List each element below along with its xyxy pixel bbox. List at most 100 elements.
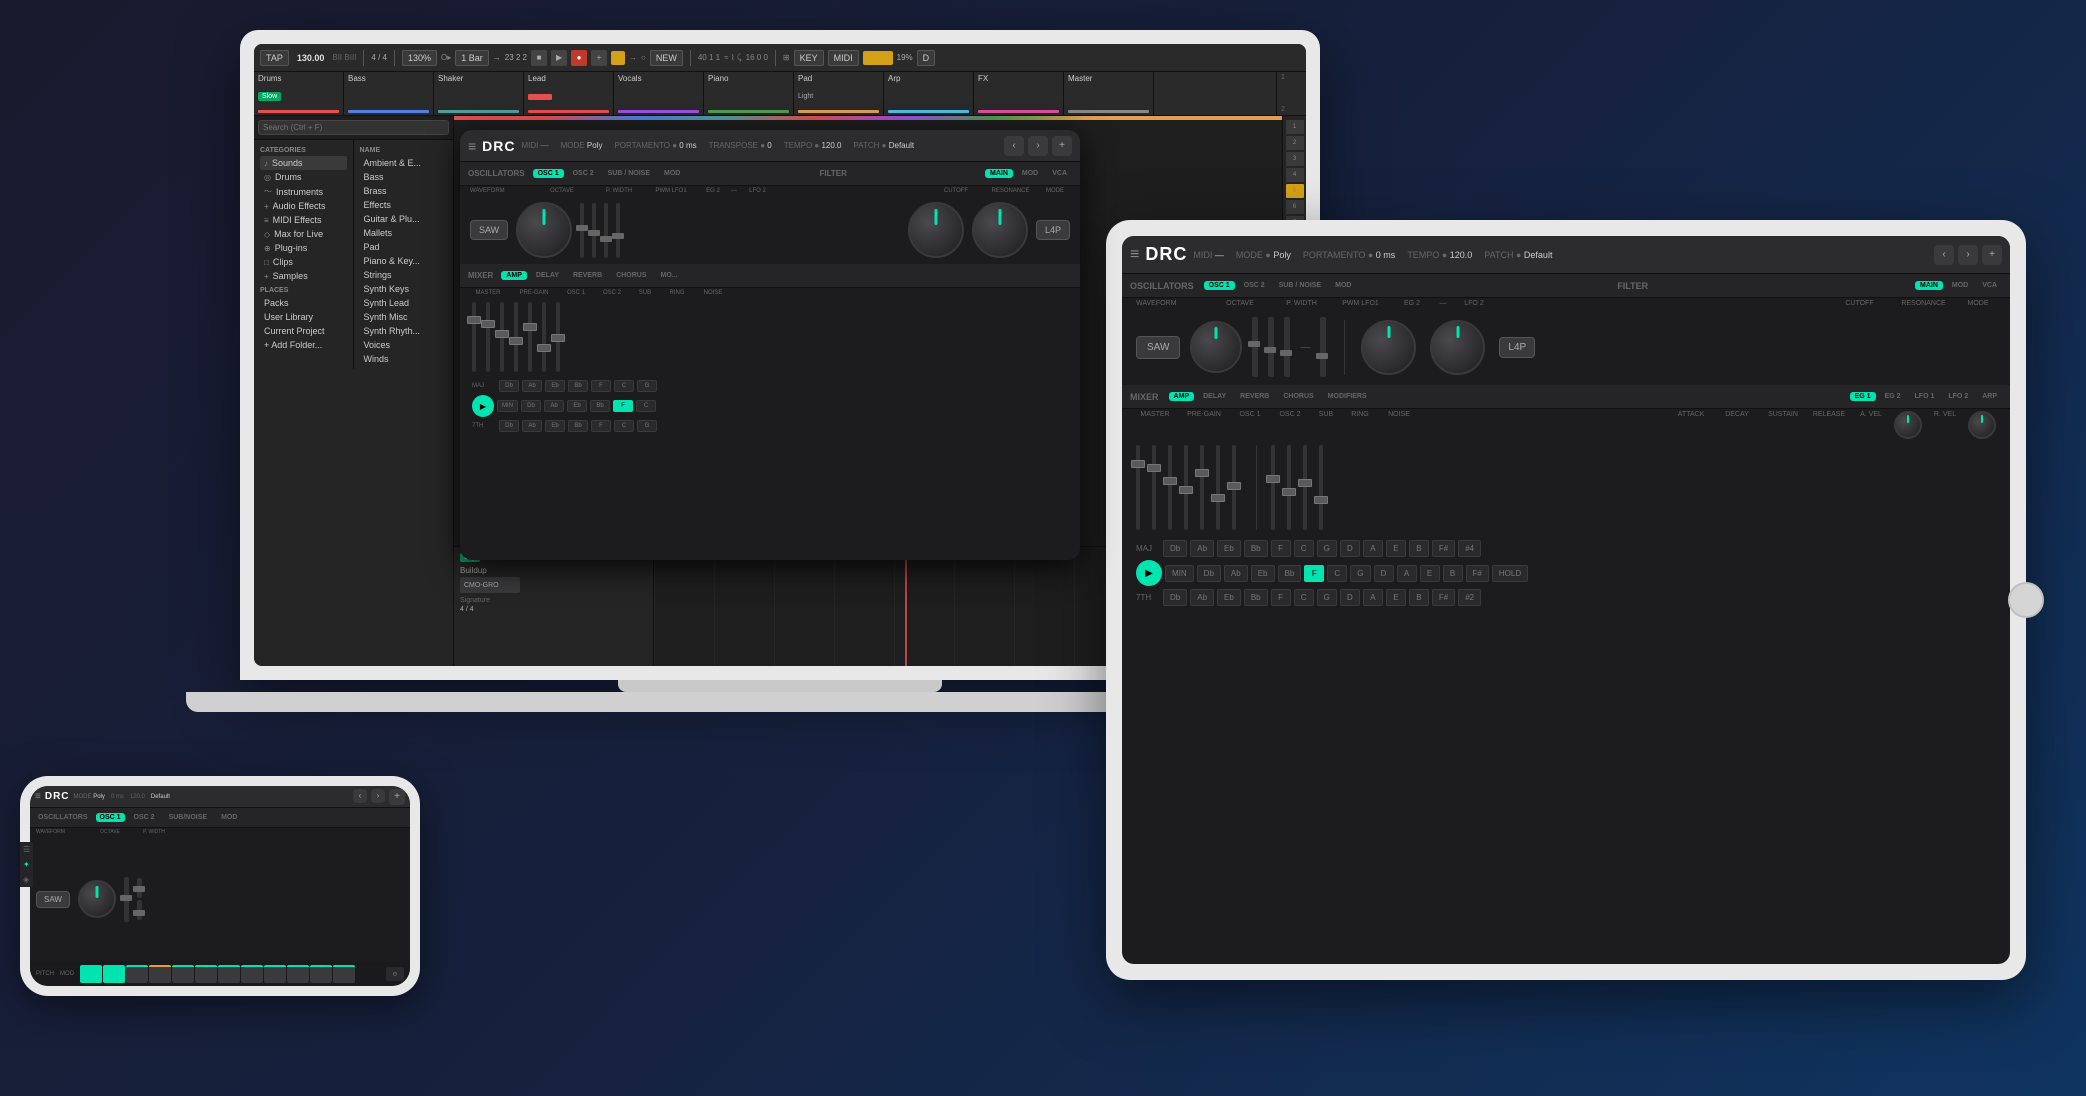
phone-add-button[interactable]: + [389, 789, 405, 805]
track-fx[interactable]: FX [974, 72, 1064, 115]
slot-1[interactable]: 1 [1286, 120, 1304, 134]
tap-button[interactable]: TAP [260, 50, 289, 66]
sound-synth-rhythm[interactable]: Synth Rhyth... [360, 324, 448, 338]
delay-tab[interactable]: DELAY [531, 271, 564, 280]
slot-3[interactable]: 3 [1286, 152, 1304, 166]
mod-tab[interactable]: MOD [659, 169, 685, 178]
slot-6[interactable]: 6 [1286, 200, 1304, 214]
tablet-cutoff-knob[interactable] [1361, 320, 1416, 375]
tablet-modifiers-tab[interactable]: MODIFIERS [1323, 392, 1372, 401]
tablet-menu-icon[interactable]: ≡ [1130, 246, 1139, 264]
pad-8[interactable] [264, 965, 286, 983]
sidebar-item-midi-effects[interactable]: ≡ MIDI Effects [260, 213, 347, 227]
tablet-main-tab[interactable]: MAIN [1915, 281, 1943, 290]
tablet-osc2-tab[interactable]: OSC 2 [1239, 281, 1270, 290]
amp-tab[interactable]: AMP [501, 271, 527, 280]
sidebar-item-drums[interactable]: ◎ Drums [260, 170, 347, 184]
pregain-fader[interactable] [486, 302, 490, 372]
waveform-button[interactable]: SAW [470, 220, 508, 240]
tablet-eg1-tab[interactable]: EG 1 [1850, 392, 1876, 401]
sound-synth-lead[interactable]: Synth Lead [360, 296, 448, 310]
eg2-slider[interactable] [604, 203, 608, 258]
tablet-eg2-tab[interactable]: EG 2 [1880, 392, 1906, 401]
zoom-level[interactable]: 130% [402, 50, 437, 66]
sidebar-item-clips[interactable]: □ Clips [260, 255, 347, 269]
tablet-octave-knob[interactable] [1190, 321, 1242, 373]
tablet-filter-mode-button[interactable]: L4P [1499, 337, 1535, 358]
tablet-waveform-button[interactable]: SAW [1136, 336, 1180, 359]
sound-winds[interactable]: Winds [360, 352, 448, 366]
sidebar-item-current-project[interactable]: Current Project [260, 324, 347, 338]
tablet-avel-knob[interactable] [1894, 411, 1922, 439]
pwm-slider[interactable] [592, 203, 596, 258]
tablet-rvel-knob[interactable] [1968, 411, 1996, 439]
phone-waveform-button[interactable]: SAW [36, 891, 70, 908]
record-btn[interactable]: ● [571, 50, 587, 66]
tablet-pwm-slider[interactable] [1268, 317, 1274, 377]
sound-synth-misc[interactable]: Synth Misc [360, 310, 448, 324]
pad-7[interactable] [241, 965, 263, 983]
tablet-lfo2-tab[interactable]: LFO 2 [1943, 392, 1973, 401]
tablet-chorus-tab[interactable]: CHORUS [1278, 392, 1318, 401]
overdub-btn[interactable]: + [591, 50, 607, 66]
tablet-mod-tab[interactable]: MOD [1330, 281, 1356, 290]
sound-ambient[interactable]: Ambient & E... [360, 156, 448, 170]
p-width-slider[interactable] [580, 203, 584, 258]
sidebar-item-samples[interactable]: + Samples [260, 269, 347, 283]
sub-noise-tab[interactable]: SUB / NOISE [603, 169, 655, 178]
tablet-ring-fader[interactable] [1216, 445, 1220, 530]
play-button[interactable]: ▶ [472, 395, 494, 417]
track-vocals[interactable]: Vocals [614, 72, 704, 115]
noise-fader[interactable] [556, 302, 560, 372]
phone-pitch-slider2[interactable] [137, 900, 142, 920]
sound-brass[interactable]: Brass [360, 184, 448, 198]
mod2-tab[interactable]: MOD [1017, 169, 1043, 178]
sidebar-item-add-folder[interactable]: + Add Folder... [260, 338, 347, 352]
tablet-home-button[interactable] [2008, 582, 2044, 618]
vca-tab[interactable]: VCA [1047, 169, 1072, 178]
play-btn[interactable]: ▶ [551, 50, 567, 66]
osc2-fader[interactable] [514, 302, 518, 372]
sidebar-item-instruments[interactable]: 〜 Instruments [260, 184, 347, 199]
phone-p-width-slider[interactable] [124, 877, 129, 922]
mo-tab[interactable]: MO... [656, 271, 683, 280]
pad-2[interactable] [103, 965, 125, 983]
sound-synth-keys[interactable]: Synth Keys [360, 282, 448, 296]
tablet-release-fader[interactable] [1319, 445, 1323, 530]
pad-bm[interactable] [149, 965, 171, 983]
lfo2-slider[interactable] [616, 203, 620, 258]
sidebar-item-audio-effects[interactable]: + Audio Effects [260, 199, 347, 213]
osc1-tab[interactable]: OSC 1 [533, 169, 564, 178]
slot-5[interactable]: 5 [1286, 184, 1304, 198]
tablet-arp-tab[interactable]: ARP [1977, 392, 2002, 401]
tablet-mod2-tab[interactable]: MOD [1947, 281, 1973, 290]
pad-5[interactable] [195, 965, 217, 983]
tablet-resonance-knob[interactable] [1430, 320, 1485, 375]
tablet-amp-tab[interactable]: AMP [1169, 392, 1195, 401]
sub-fader[interactable] [528, 302, 532, 372]
key-button[interactable]: KEY [794, 50, 824, 66]
main-tab[interactable]: MAIN [985, 169, 1013, 178]
tablet-noise-fader[interactable] [1232, 445, 1236, 530]
tablet-osc1-fader[interactable] [1168, 445, 1172, 530]
bars-button[interactable]: 1 Bar [455, 50, 489, 66]
tablet-add-button[interactable]: + [1982, 245, 2002, 265]
tablet-prev-arrow[interactable]: ‹ [1934, 245, 1954, 265]
pad-11[interactable] [333, 965, 355, 983]
reverb-tab[interactable]: REVERB [568, 271, 607, 280]
sidebar-item-sounds[interactable]: ♪ Sounds [260, 156, 347, 170]
slot-2[interactable]: 2 [1286, 136, 1304, 150]
tablet-sub-noise-tab[interactable]: SUB / NOISE [1274, 281, 1326, 290]
osc2-tab[interactable]: OSC 2 [568, 169, 599, 178]
track-bass[interactable]: Bass [344, 72, 434, 115]
menu-icon[interactable]: ≡ [468, 138, 476, 154]
sidebar-item-user-library[interactable]: User Library [260, 310, 347, 324]
chorus-tab[interactable]: CHORUS [611, 271, 651, 280]
tablet-eg2-slider[interactable] [1284, 317, 1290, 377]
tablet-sub-fader[interactable] [1200, 445, 1204, 530]
track-shaker[interactable]: Shaker [434, 72, 524, 115]
tablet-master-fader[interactable] [1136, 445, 1140, 530]
phone-menu-icon[interactable]: ≡ [35, 791, 41, 802]
tablet-lfo2-slider[interactable] [1320, 317, 1326, 377]
tablet-vca-tab[interactable]: VCA [1977, 281, 2002, 290]
